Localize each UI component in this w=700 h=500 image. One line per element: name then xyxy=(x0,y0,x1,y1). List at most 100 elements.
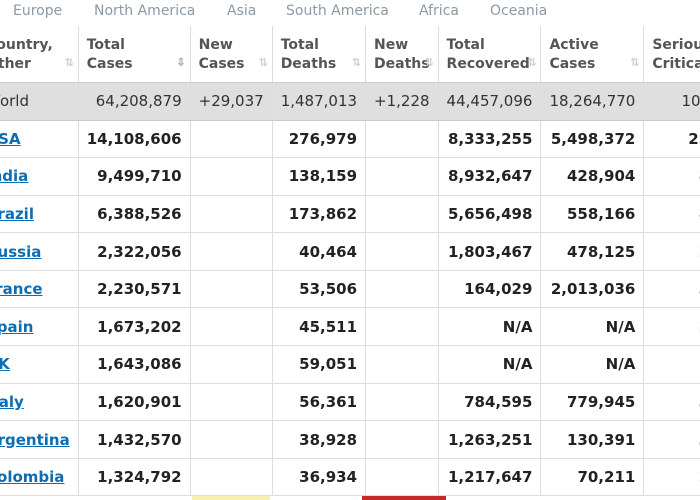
column-header-active-cases[interactable]: Active Cases ⇅ xyxy=(540,26,645,83)
cell-new-cases xyxy=(190,270,273,309)
cell-total-recovered: 44,457,096 xyxy=(438,82,542,121)
cell-active-cases: 2,013,036 xyxy=(540,270,645,309)
cell-total-recovered: 1,263,251 xyxy=(438,420,542,459)
sort-icon[interactable]: ⇅ xyxy=(65,53,74,72)
cell-new-deaths xyxy=(365,458,439,497)
cell-active-cases: 70,211 xyxy=(540,458,645,497)
country-link[interactable]: USA xyxy=(0,130,21,148)
country-link[interactable]: Brazil xyxy=(0,205,34,223)
cell-serious-critical: 2, xyxy=(643,307,700,347)
cell-total-cases: 2,322,056 xyxy=(78,232,191,271)
cell-serious-critical: 2, xyxy=(643,458,700,497)
cell-total-deaths: 36,934 xyxy=(272,458,367,497)
cell-new-deaths xyxy=(365,232,439,271)
country-link[interactable]: Italy xyxy=(0,393,24,411)
cell-total-cases: 1,643,086 xyxy=(78,345,191,384)
cell-country: UK xyxy=(0,345,79,384)
cell-new-cases xyxy=(190,420,273,459)
cell-active-cases: 779,945 xyxy=(540,383,645,422)
cell-new-deaths xyxy=(365,120,439,159)
column-header-label: Serious, Critical xyxy=(652,37,700,72)
country-link[interactable]: Spain xyxy=(0,318,33,336)
column-header-total-deaths[interactable]: Total Deaths ⇅ xyxy=(272,26,367,83)
cell-total-recovered: 8,333,255 xyxy=(438,120,542,159)
tab-north-america[interactable]: North America xyxy=(94,3,195,19)
cell-total-cases: 1,432,570 xyxy=(78,420,191,459)
column-header-label: Total Recovered xyxy=(446,37,530,72)
sort-descending-icon[interactable]: ⇩ xyxy=(176,53,185,72)
cell-new-deaths xyxy=(365,195,439,234)
cell-active-cases: N/A xyxy=(540,345,645,384)
cell-total-cases: 64,208,879 xyxy=(78,82,191,121)
column-header-total-recovered[interactable]: Total Recovered ⇅ xyxy=(438,26,542,83)
cell-total-deaths: 45,511 xyxy=(272,307,367,347)
cell-new-cases xyxy=(190,120,273,159)
table-row: Colombia 1,324,792 36,934 1,217,64770,2112, xyxy=(0,458,700,497)
tab-asia[interactable]: Asia xyxy=(227,3,256,19)
cell-total-cases: 6,388,526 xyxy=(78,195,191,234)
cell-new-cases xyxy=(190,458,273,497)
cell-serious-critical: 8, xyxy=(643,195,700,234)
country-link[interactable]: India xyxy=(0,167,28,185)
country-link[interactable]: Colombia xyxy=(0,468,64,486)
cell-total-recovered: 784,595 xyxy=(438,383,542,422)
sort-icon[interactable]: ⇅ xyxy=(527,53,536,72)
country-link[interactable]: Russia xyxy=(0,243,41,261)
sort-icon[interactable]: ⇅ xyxy=(424,53,433,72)
sort-icon[interactable]: ⇅ xyxy=(352,53,361,72)
table-header: Country, Other⇅Total Cases⇩New Cases⇅Tot… xyxy=(0,26,700,83)
cell-total-cases: 1,324,792 xyxy=(78,458,191,497)
cell-total-recovered: 8,932,647 xyxy=(438,157,542,196)
table-row: UK1,643,08659,051N/AN/A1, xyxy=(0,345,700,384)
table-row: India 9,499,710 138,159 8,932,647428,9048, xyxy=(0,157,700,196)
cell-country: Spain xyxy=(0,307,79,347)
cell-country: Colombia xyxy=(0,458,79,497)
column-header-new-cases[interactable]: New Cases ⇅ xyxy=(190,26,273,83)
next-row-new-deaths-highlight xyxy=(362,496,446,500)
cell-serious-critical: 3, xyxy=(643,270,700,309)
cell-total-cases: 1,620,901 xyxy=(78,383,191,422)
cell-active-cases: 558,166 xyxy=(540,195,645,234)
header-row: Country, Other⇅Total Cases⇩New Cases⇅Tot… xyxy=(0,26,700,83)
tab-europe[interactable]: Europe xyxy=(13,3,62,19)
cell-new-deaths xyxy=(365,270,439,309)
table-row: Russia 2,322,056 40,464 1,803,467478,1252, xyxy=(0,232,700,271)
cell-total-recovered: N/A xyxy=(438,307,542,347)
column-header-country[interactable]: Country, Other ⇅ xyxy=(0,26,79,83)
cell-total-deaths: 40,464 xyxy=(272,232,367,271)
tab-africa[interactable]: Africa xyxy=(419,3,459,19)
cell-total-deaths: 138,159 xyxy=(272,157,367,196)
table-row: Brazil 6,388,526 173,862 5,656,498558,1668, xyxy=(0,195,700,234)
column-header-label: New Cases xyxy=(198,37,245,72)
country-link[interactable]: France xyxy=(0,280,43,298)
cell-new-cases xyxy=(190,345,273,384)
country-link[interactable]: Argentina xyxy=(0,431,70,449)
cell-total-cases: 1,673,202 xyxy=(78,307,191,347)
column-header-label: Active Cases xyxy=(549,37,599,72)
cell-country: Brazil xyxy=(0,195,79,234)
table-row: Italy 1,620,901 56,361 784,595779,9453, xyxy=(0,383,700,422)
country-link[interactable]: UK xyxy=(0,355,10,373)
cell-serious-critical: 1, xyxy=(643,345,700,384)
region-tabs: Europe North America Asia South America … xyxy=(0,0,700,26)
cell-country: Russia xyxy=(0,232,79,271)
table-body: World64,208,879+29,0371,487,013+1,22844,… xyxy=(0,82,700,497)
column-header-total-cases[interactable]: Total Cases ⇩ xyxy=(78,26,191,83)
cell-total-cases: 9,499,710 xyxy=(78,157,191,196)
cell-new-deaths xyxy=(365,157,439,196)
cell-new-deaths: +1,228 xyxy=(365,82,439,121)
cell-total-deaths: 53,506 xyxy=(272,270,367,309)
tab-oceania[interactable]: Oceania xyxy=(490,3,547,19)
cell-total-deaths: 56,361 xyxy=(272,383,367,422)
column-header-new-deaths[interactable]: New Deaths ⇅ xyxy=(365,26,439,83)
cell-total-recovered: 1,217,647 xyxy=(438,458,542,497)
covid-table-container: Country, Other⇅Total Cases⇩New Cases⇅Tot… xyxy=(0,26,700,500)
cell-country: USA xyxy=(0,120,79,159)
tab-south-america[interactable]: South America xyxy=(286,3,389,19)
table-row: Spain1,673,20245,511N/AN/A2, xyxy=(0,307,700,347)
sort-icon[interactable]: ⇅ xyxy=(258,53,267,72)
sort-icon[interactable]: ⇅ xyxy=(630,53,639,72)
cell-active-cases: 5,498,372 xyxy=(540,120,645,159)
column-header-serious-critical[interactable]: Serious, Critical xyxy=(643,26,700,83)
cell-active-cases: N/A xyxy=(540,307,645,347)
